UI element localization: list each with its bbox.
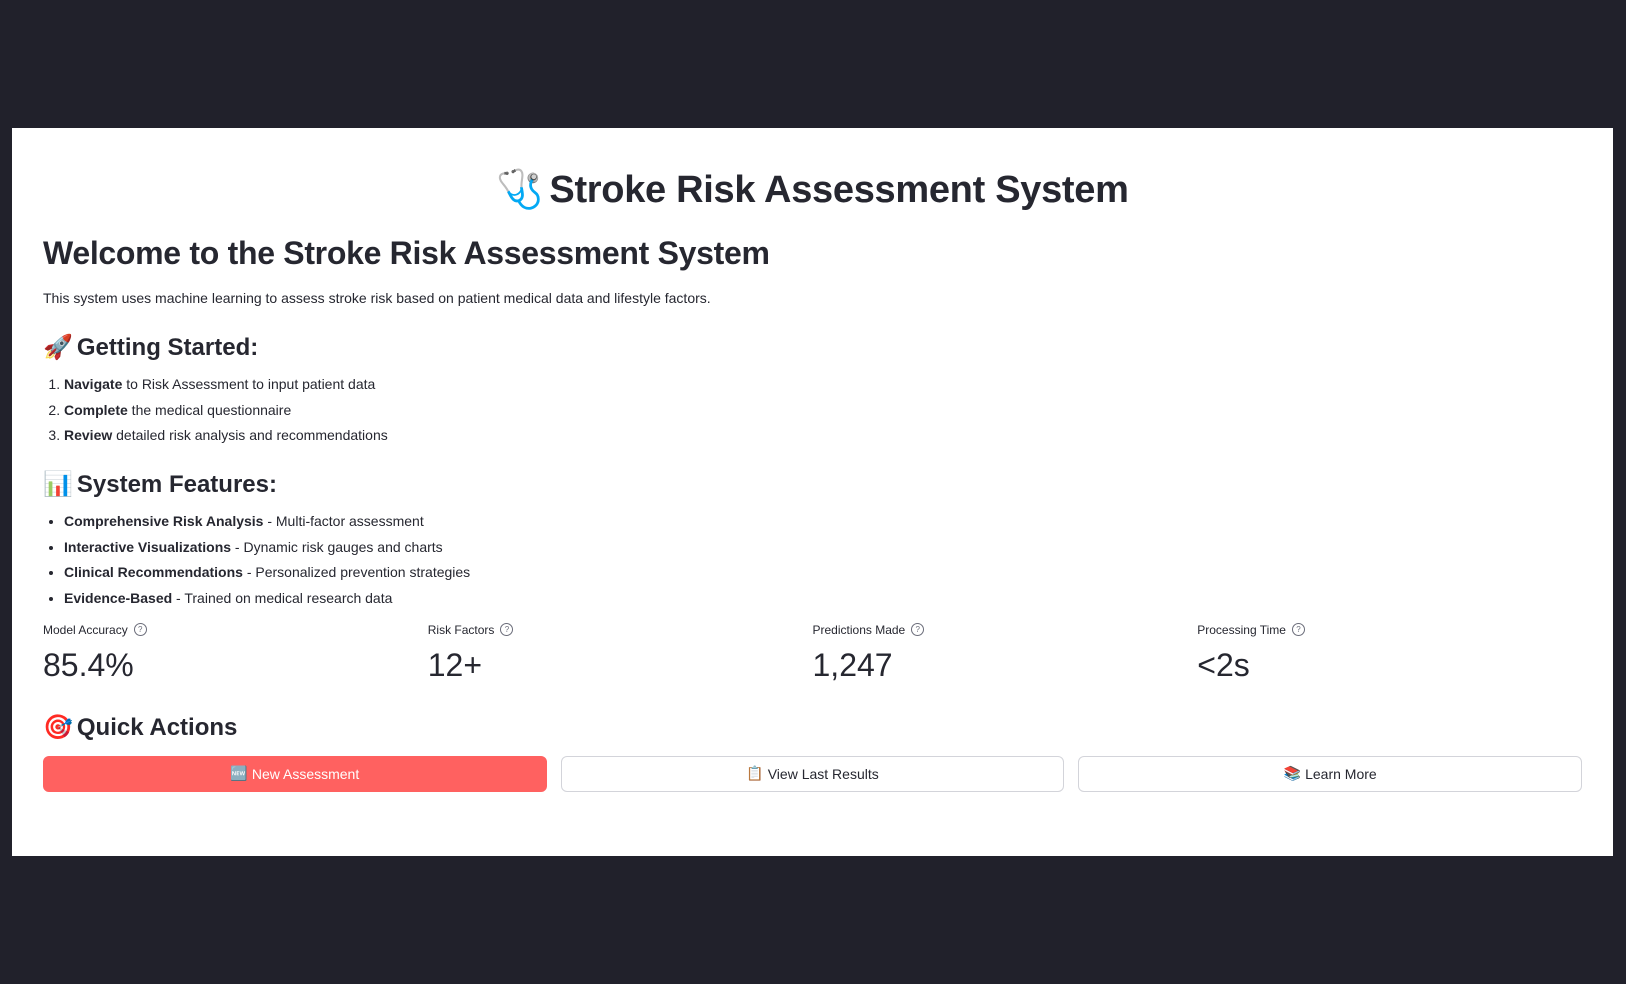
metric-label-row: Model Accuracy ? <box>43 622 428 638</box>
getting-started-label: Getting Started: <box>76 334 259 361</box>
target-icon: 🎯 <box>43 713 73 741</box>
help-icon[interactable]: ? <box>911 623 925 636</box>
clipboard-icon: 📋 <box>746 765 764 781</box>
metric-label: Model Accuracy <box>43 622 128 637</box>
feature-text: - Trained on medical research data <box>172 589 393 606</box>
metric-risk-factors: Risk Factors ? 12+ <box>428 622 813 686</box>
metric-label-row: Processing Time ? <box>1197 622 1582 638</box>
button-label: View Last Results <box>767 765 879 782</box>
list-item: Evidence-Based - Trained on medical rese… <box>64 588 1582 608</box>
books-icon: 📚 <box>1283 765 1302 781</box>
main-panel: 🩺 Stroke Risk Assessment System Welcome t… <box>12 128 1613 856</box>
quick-actions-buttons: 🆕 New Assessment 📋 View Last Results 📚 Lear… <box>43 755 1583 792</box>
learn-more-button[interactable]: 📚 Learn More <box>1078 755 1583 792</box>
metric-predictions-made: Predictions Made ? 1,247 <box>813 622 1198 686</box>
metric-value: 12+ <box>427 646 483 683</box>
list-item: Navigate to Risk Assessment to input pat… <box>64 374 1582 394</box>
step-text: the medical questionnaire <box>127 401 292 418</box>
new-assessment-button[interactable]: 🆕 New Assessment <box>43 755 547 792</box>
step-bold: Complete <box>64 401 128 418</box>
features-heading: 📊 System Features: <box>43 469 1582 501</box>
help-icon[interactable]: ? <box>500 623 514 636</box>
feature-bold: Interactive Visualizations <box>64 538 232 555</box>
list-item: Clinical Recommendations - Personalized … <box>64 562 1582 582</box>
quick-actions-label: Quick Actions <box>76 713 238 741</box>
list-item: Review detailed risk analysis and recomm… <box>64 425 1582 445</box>
metric-processing-time: Processing Time ? <2s <box>1197 622 1582 686</box>
feature-bold: Clinical Recommendations <box>64 564 243 580</box>
feature-bold: Evidence-Based <box>64 589 173 606</box>
metric-value: 85.4% <box>43 646 134 683</box>
intro-text: This system uses machine learning to ass… <box>43 290 711 306</box>
metric-value: 1,247 <box>812 646 893 683</box>
metric-value: <2s <box>1197 646 1250 683</box>
help-icon[interactable]: ? <box>133 623 147 636</box>
list-item: Complete the medical questionnaire <box>64 400 1582 420</box>
metrics-row: Model Accuracy ? 85.4% Risk Factors ? 12… <box>43 622 1582 686</box>
page-title-text: Stroke Risk Assessment System <box>549 169 1129 211</box>
step-text: detailed risk analysis and recommendatio… <box>112 427 388 443</box>
feature-text: - Personalized prevention strategies <box>242 564 471 580</box>
help-icon[interactable]: ? <box>1291 623 1305 636</box>
steps-list: Navigate to Risk Assessment to input pat… <box>43 374 1582 445</box>
feature-bold: Comprehensive Risk Analysis <box>64 513 264 529</box>
features-list: Comprehensive Risk Analysis - Multi-fact… <box>43 511 1582 608</box>
list-item: Comprehensive Risk Analysis - Multi-fact… <box>64 511 1582 531</box>
step-bold: Navigate <box>64 376 123 392</box>
button-label: New Assessment <box>251 765 360 782</box>
metric-label-row: Predictions Made ? <box>813 622 1198 638</box>
list-item: Interactive Visualizations - Dynamic ris… <box>64 537 1582 557</box>
metric-label: Risk Factors <box>427 622 495 637</box>
metric-label: Processing Time <box>1197 622 1286 637</box>
welcome-heading: Welcome to the Stroke Risk Assessment Sy… <box>43 235 770 271</box>
button-label: Learn More <box>1305 765 1377 782</box>
bar-chart-icon: 📊 <box>43 471 73 498</box>
rocket-icon: 🚀 <box>43 334 73 361</box>
getting-started-heading: 🚀 Getting Started: <box>43 332 1582 364</box>
features-label: System Features: <box>76 471 277 498</box>
stethoscope-icon: 🩺 <box>496 169 544 211</box>
feature-text: - Multi-factor assessment <box>263 513 424 529</box>
metric-label: Predictions Made <box>812 622 906 637</box>
step-bold: Review <box>64 427 113 443</box>
view-last-results-button[interactable]: 📋 View Last Results <box>560 755 1065 792</box>
quick-actions-heading: 🎯 Quick Actions <box>43 712 1582 744</box>
new-icon: 🆕 <box>230 765 248 781</box>
metric-model-accuracy: Model Accuracy ? 85.4% <box>43 622 428 686</box>
feature-text: - Dynamic risk gauges and charts <box>231 538 443 555</box>
step-text: to Risk Assessment to input patient data <box>122 376 376 392</box>
metric-label-row: Risk Factors ? <box>428 622 813 638</box>
page-title: 🩺 Stroke Risk Assessment System <box>43 128 1582 216</box>
